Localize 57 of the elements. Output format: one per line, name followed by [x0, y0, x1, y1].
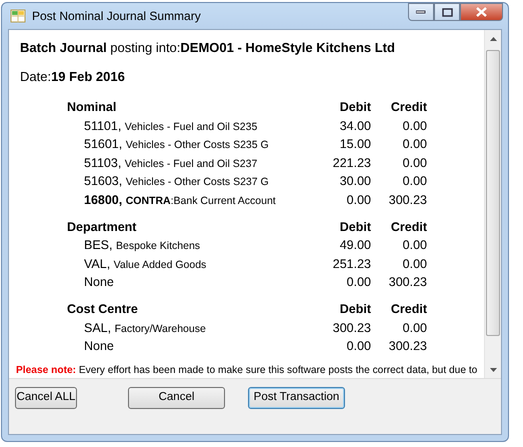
dialog-button[interactable]: Cancel	[128, 387, 225, 409]
debit-amount: 15.00	[338, 136, 371, 154]
window-title: Post Nominal Journal Summary	[32, 8, 201, 25]
debit-amount: 251.23	[332, 256, 371, 273]
minimize-icon	[416, 10, 426, 14]
credit-amount: 0.00	[402, 320, 427, 337]
credit-amount: 0.00	[402, 136, 427, 154]
column-heading: Credit	[390, 218, 427, 236]
minimize-button[interactable]	[408, 3, 434, 21]
scroll-thumb[interactable]	[486, 50, 500, 336]
account-text: 16800, CONTRA:Bank Current Account	[84, 192, 277, 209]
column-heading: Credit	[390, 99, 427, 116]
debit-amount: 30.00	[338, 173, 371, 190]
date-text: Date:19 Feb 2016	[20, 69, 126, 85]
column-heading: Debit	[338, 218, 371, 236]
debit-amount: 221.23	[332, 154, 371, 172]
section-heading: Cost Centre	[67, 300, 139, 318]
debit-amount: 0.00	[346, 274, 371, 292]
account-text: 51603, Vehicles - Other Costs S237 G	[84, 173, 270, 190]
account-text: VAL, Value Added Goods	[84, 256, 208, 273]
credit-amount: 300.23	[388, 338, 427, 356]
debit-amount: 0.00	[346, 338, 371, 356]
app-icon	[10, 8, 26, 24]
credit-amount: 0.00	[402, 256, 427, 273]
debit-amount: 300.23	[332, 320, 371, 337]
close-icon	[476, 7, 487, 17]
credit-amount: 0.00	[402, 118, 427, 135]
scrollbar[interactable]	[484, 30, 501, 378]
dialog-button[interactable]: Cancel ALL	[15, 387, 77, 409]
credit-amount: 0.00	[402, 237, 427, 254]
scroll-up-icon[interactable]	[490, 36, 496, 40]
section-heading: Nominal	[67, 99, 118, 116]
column-heading: Credit	[390, 300, 427, 318]
scroll-down-icon[interactable]	[490, 368, 496, 372]
credit-amount: 300.23	[388, 192, 427, 209]
account-text: SAL, Factory/Warehouse	[84, 320, 207, 337]
credit-amount: 0.00	[402, 173, 427, 190]
column-heading: Debit	[338, 300, 371, 318]
account-text: 51601, Vehicles - Other Costs S235 G	[84, 136, 270, 154]
credit-amount: 0.00	[402, 154, 427, 172]
maximize-icon	[442, 8, 452, 16]
debit-amount: 49.00	[338, 237, 371, 254]
maximize-button[interactable]	[434, 3, 460, 21]
section-heading: Department	[67, 218, 138, 236]
account-text: 51103, Vehicles - Fuel and Oil S237	[84, 154, 258, 172]
close-button[interactable]	[460, 3, 503, 21]
credit-amount: 300.23	[388, 274, 427, 292]
account-text: None	[84, 274, 115, 292]
account-text: BES, Bespoke Kitchens	[84, 237, 202, 254]
dialog-button[interactable]: Post Transaction	[248, 387, 345, 409]
note-text: Please note: Every effort has been made to make sure this software posts the correct data, but due to	[16, 364, 478, 378]
debit-amount: 0.00	[346, 192, 371, 209]
account-text: 51101, Vehicles - Fuel and Oil S235	[84, 118, 258, 135]
heading-text: Batch Journal posting into:DEMO01 - HomeStyle Kitchens Ltd	[20, 40, 396, 56]
debit-amount: 34.00	[338, 118, 371, 135]
account-text: None	[84, 338, 115, 356]
column-heading: Debit	[338, 99, 371, 116]
